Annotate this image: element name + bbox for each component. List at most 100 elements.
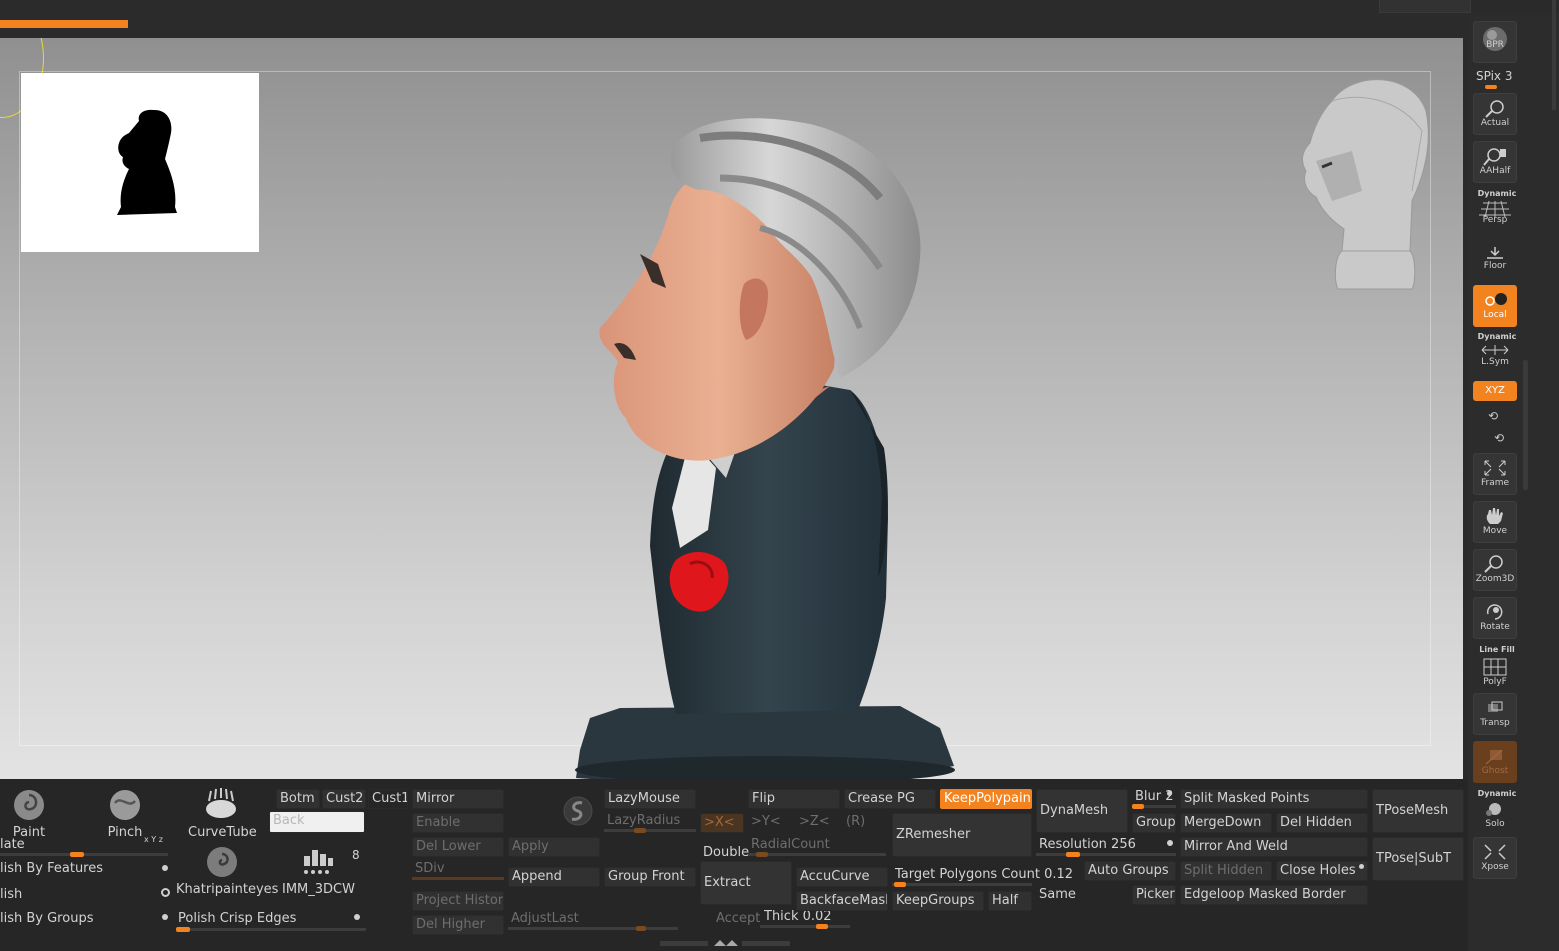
solo-button[interactable]: Solo: [1473, 793, 1517, 835]
adjust-last-slider[interactable]: [508, 927, 678, 930]
mergedown-button[interactable]: MergeDown: [1180, 813, 1272, 833]
half-button[interactable]: Half: [988, 891, 1032, 911]
radialcount-slider[interactable]: [748, 853, 886, 856]
brush-curvetube[interactable]: CurveTube: [188, 787, 257, 840]
same-button[interactable]: Same: [1039, 887, 1076, 902]
lazymouse-icon[interactable]: [562, 795, 594, 827]
blur-knob[interactable]: [1132, 804, 1144, 809]
thick-knob[interactable]: [816, 924, 828, 929]
groups-button[interactable]: Groups: [1132, 813, 1176, 833]
top-tab[interactable]: [1379, 0, 1471, 13]
actual-button[interactable]: Actual: [1473, 93, 1517, 135]
edge-scrollbar[interactable]: [1552, 0, 1556, 110]
auto-groups-button[interactable]: Auto Groups: [1084, 861, 1176, 881]
thick-label[interactable]: Thick 0.02: [764, 909, 832, 924]
list-item-late[interactable]: late: [0, 837, 25, 852]
rotate-button[interactable]: Rotate: [1473, 597, 1517, 639]
tposemesh-button[interactable]: TPoseMesh: [1372, 789, 1464, 833]
brush-paint[interactable]: Paint: [6, 787, 52, 840]
frame-button[interactable]: Frame: [1473, 453, 1517, 495]
split-masked-points-button[interactable]: Split Masked Points: [1180, 789, 1368, 809]
local-button[interactable]: Local: [1473, 285, 1517, 327]
ghost-button[interactable]: Ghost: [1473, 741, 1517, 783]
lsym-button[interactable]: L.Sym: [1473, 339, 1517, 373]
accucurve-button[interactable]: AccuCurve: [796, 867, 888, 887]
backfacemask-button[interactable]: BackfaceMask: [796, 891, 888, 911]
lazyradius-slider[interactable]: [604, 829, 696, 832]
xpose-button[interactable]: Xpose: [1473, 837, 1517, 879]
transp-button[interactable]: Transp: [1473, 693, 1517, 735]
polish-features-toggle[interactable]: [162, 865, 168, 871]
extract-button[interactable]: Extract: [700, 861, 792, 905]
bpr-button[interactable]: BPR: [1473, 21, 1517, 63]
late-slider-knob[interactable]: [70, 852, 84, 857]
close-holes-button[interactable]: Close Holes: [1276, 861, 1368, 881]
resolution-label[interactable]: Resolution 256: [1039, 837, 1136, 852]
late-slider-track[interactable]: [0, 853, 168, 856]
polish-crisp-edges[interactable]: Polish Crisp Edges: [178, 911, 296, 926]
resolution-slider[interactable]: [1036, 853, 1176, 856]
navigation-head-gizmo[interactable]: [1292, 71, 1442, 301]
lazymouse-button[interactable]: LazyMouse: [604, 789, 696, 809]
thick-slider[interactable]: [760, 925, 850, 928]
cust2-button[interactable]: Cust2: [322, 789, 366, 809]
brush-imm3dcw[interactable]: IMM_3DCW: [282, 844, 355, 897]
sym-x-button[interactable]: >X<: [700, 813, 744, 833]
botm-button[interactable]: Botm: [276, 789, 320, 809]
append-button[interactable]: Append: [508, 867, 600, 887]
list-item-polish-by-features[interactable]: lish By Features: [0, 861, 103, 876]
back-field[interactable]: Back: [269, 811, 365, 833]
list-item-polish-by-groups[interactable]: lish By Groups: [0, 911, 93, 926]
adjust-last-knob[interactable]: [636, 926, 646, 931]
rotate-z-icon[interactable]: ⟲: [1494, 431, 1504, 445]
crease-pg-button[interactable]: Crease PG: [844, 789, 936, 809]
keepgroups-button[interactable]: KeepGroups: [892, 891, 984, 911]
rotate-y-icon[interactable]: ⟲: [1488, 409, 1498, 423]
radialcount-knob[interactable]: [756, 852, 768, 857]
zoom3d-button[interactable]: Zoom3D: [1473, 549, 1517, 591]
polyf-button[interactable]: PolyF: [1473, 653, 1517, 695]
lazyradius-label[interactable]: LazyRadius: [607, 813, 680, 828]
polish-toggle[interactable]: [161, 888, 170, 897]
canvas-viewport[interactable]: [0, 38, 1463, 779]
sym-r-button[interactable]: (R): [846, 814, 865, 829]
accept-button[interactable]: Accept: [716, 911, 760, 926]
flip-button[interactable]: Flip: [748, 789, 840, 809]
silhouette-thumbnail[interactable]: [21, 73, 259, 252]
sdiv-label[interactable]: SDiv: [415, 861, 445, 876]
3d-model-godfather[interactable]: [540, 78, 970, 779]
cust1-button[interactable]: Cust1: [368, 789, 408, 809]
brush-khatripainteyes[interactable]: Khatripainteyes: [176, 844, 278, 897]
del-lower-button[interactable]: Del Lower: [412, 837, 504, 857]
apply-button[interactable]: Apply: [508, 837, 600, 857]
mirror-and-weld-button[interactable]: Mirror And Weld: [1180, 837, 1368, 857]
aahalf-button[interactable]: AAHalf: [1473, 141, 1517, 183]
target-polygons-label[interactable]: Target Polygons Count 0.12: [895, 867, 1073, 882]
persp-button[interactable]: Persp: [1473, 189, 1517, 231]
lazyradius-knob[interactable]: [634, 828, 646, 833]
radialcount-label[interactable]: RadialCount: [751, 837, 830, 852]
spix-slider[interactable]: [1485, 85, 1497, 89]
project-history-button[interactable]: Project History: [412, 891, 504, 911]
del-hidden-button[interactable]: Del Hidden: [1276, 813, 1368, 833]
enable-button[interactable]: Enable: [412, 813, 504, 833]
target-polygons-knob[interactable]: [894, 882, 906, 887]
xyz-button[interactable]: XYZ: [1473, 381, 1517, 401]
mirror-button[interactable]: Mirror: [412, 789, 504, 809]
target-polygons-slider[interactable]: [892, 883, 1032, 886]
zremesher-button[interactable]: ZRemesher: [892, 813, 1032, 857]
double-button[interactable]: Double: [703, 845, 749, 860]
group-front-button[interactable]: Group Front: [604, 867, 696, 887]
spix-label[interactable]: SPix 3: [1476, 69, 1512, 83]
floor-button[interactable]: Floor: [1473, 237, 1517, 279]
polish-groups-toggle[interactable]: [162, 914, 168, 920]
del-higher-button[interactable]: Del Higher: [412, 915, 504, 935]
tray-collapse-handle[interactable]: [660, 939, 790, 947]
sdiv-slider[interactable]: [412, 877, 504, 880]
brush-pinch[interactable]: Pinch: [100, 787, 150, 840]
dynamesh-button[interactable]: DynaMesh: [1036, 789, 1128, 833]
edgeloop-masked-border-button[interactable]: Edgeloop Masked Border: [1180, 885, 1368, 905]
adjust-last-label[interactable]: AdjustLast: [511, 911, 579, 926]
keeppolypaint-button[interactable]: KeepPolypaint: [940, 789, 1032, 809]
resolution-knob[interactable]: [1066, 852, 1080, 857]
